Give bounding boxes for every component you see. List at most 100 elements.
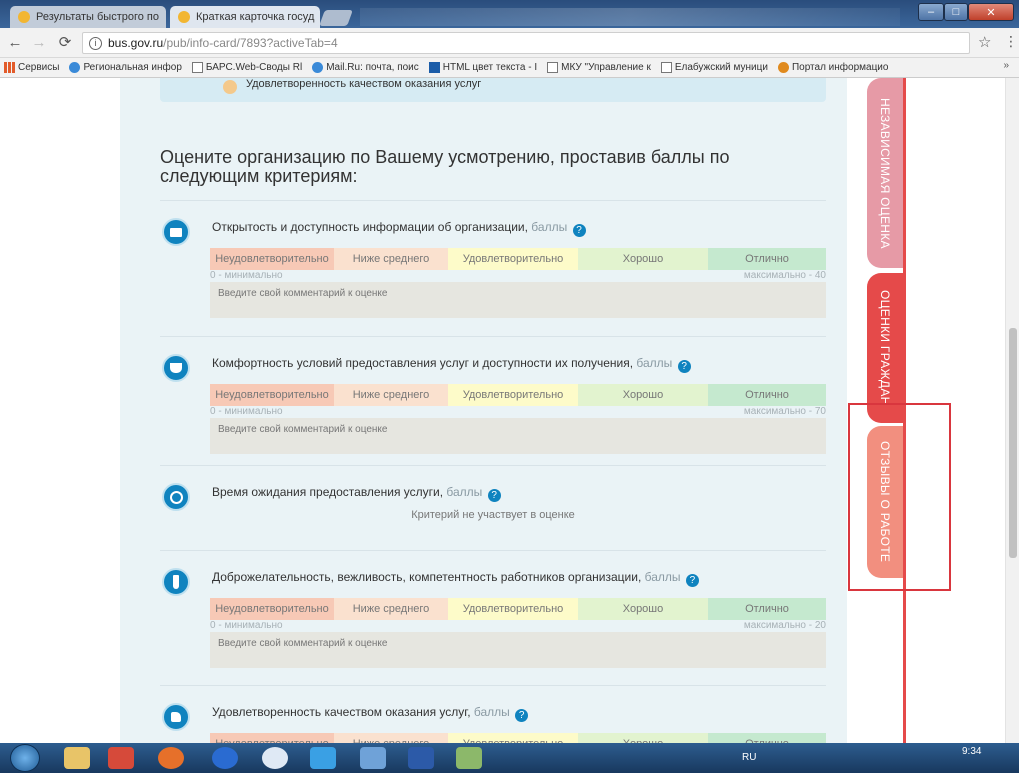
save-app-icon[interactable] [360,747,386,769]
page-icon [547,62,559,73]
rating-option-excellent[interactable]: Отлично [708,598,826,620]
help-icon[interactable]: ? [677,360,691,373]
comment-field[interactable]: Введите свой комментарий к оценке [210,282,826,318]
bookmark-regional-info[interactable]: Региональная инфор [69,62,182,73]
score-range: 0 - минимально максимально - 70 [210,406,826,417]
page-viewport: Удовлетворенность качеством оказания усл… [0,78,1019,743]
help-icon[interactable]: ? [685,574,699,587]
info-icon[interactable]: i [89,36,102,50]
forward-arrow-icon[interactable]: → [30,33,48,53]
window-minimize-button[interactable]: – [918,3,944,21]
reload-icon[interactable]: ⟳ [56,33,74,53]
scrollbar-thumb[interactable] [1009,328,1017,558]
rating-option-below-average[interactable]: Ниже среднего [334,248,448,270]
keyboard-language[interactable]: RU [742,752,756,763]
globe-icon [69,62,81,73]
chrome-icon[interactable] [262,747,288,769]
bookmark-html-color[interactable]: HTML цвет текста - I [428,62,537,73]
bookmark-elabuga[interactable]: Елабужский муници [660,62,768,73]
tab-favicon [178,11,190,23]
bookmarks-bar: Сервисы Региональная инфор БАРС.Web-Свод… [0,58,1019,78]
comment-field[interactable]: Введите свой комментарий к оценке [210,418,826,454]
apps-grid-icon [4,62,15,73]
rating-scale: Неудовлетворительно Ниже среднего Удовле… [210,384,826,406]
divider [160,200,826,201]
rating-option-good[interactable]: Хорошо [578,598,708,620]
window-maximize-button[interactable]: □ [944,3,968,21]
rating-option-excellent[interactable]: Отлично [708,248,826,270]
divider [160,685,826,686]
app-icon[interactable] [212,747,238,769]
firefox-icon[interactable] [158,747,184,769]
rating-scale: Неудовлетворительно Ниже среднего Удовле… [210,598,826,620]
new-tab-button[interactable] [319,10,353,26]
media-player-icon[interactable] [108,747,134,769]
start-button[interactable] [10,744,40,772]
rating-option-unsatisfactory[interactable]: Неудовлетворительно [210,248,334,270]
bookmark-mail-ru[interactable]: Mail.Ru: почта, поис [312,62,419,73]
page-icon [660,62,672,73]
windows-taskbar: RU 9:34 [0,743,1019,773]
url-host: bus.gov.ru [108,36,164,50]
criterion-title: Открытость и доступность информации об о… [212,220,586,237]
comment-field[interactable]: Введите свой комментарий к оценке [210,632,826,668]
rating-option-excellent[interactable]: Отлично [708,384,826,406]
previous-criterion-label: Удовлетворенность качеством оказания усл… [246,78,482,90]
paint-icon[interactable] [456,747,482,769]
page-icon [191,62,203,73]
help-icon[interactable]: ? [487,489,501,502]
rating-option-below-average[interactable]: Ниже среднего [334,384,448,406]
tabstrip-background [360,8,900,26]
browser-tab-search-results[interactable]: Результаты быстрого по ✕ [10,6,166,28]
page-scrollbar[interactable] [1005,78,1019,743]
rating-option-satisfactory[interactable]: Удовлетворительно [448,733,578,743]
tab-label: Краткая карточка госуд [196,11,315,23]
criterion-title: Доброжелательность, вежливость, компетен… [212,570,699,587]
rating-dot-icon [223,80,237,94]
thumbs-up-icon [162,703,190,731]
rating-option-unsatisfactory[interactable]: Неудовлетворительно [210,384,334,406]
browser-tabstrip: Результаты быстрого по ✕ Краткая карточк… [0,0,1019,28]
tab-independent-assessment[interactable]: НЕЗАВИСИМАЯ ОЦЕНКА [867,78,903,268]
browser-tab-info-card[interactable]: Краткая карточка госуд ✕ [170,6,320,28]
url-input[interactable]: i bus.gov.ru/pub/info-card/7893?activeTa… [82,32,970,54]
rating-option-good[interactable]: Хорошо [578,248,708,270]
bookmark-portal[interactable]: Портал информацио [777,62,888,73]
rating-option-good[interactable]: Хорошо [578,733,708,743]
bookmark-bars-web[interactable]: БАРС.Web-Своды Rl [191,62,302,73]
rating-option-satisfactory[interactable]: Удовлетворительно [448,384,578,406]
word-icon[interactable] [408,747,434,769]
mail-icon [312,62,324,73]
window-close-button[interactable]: ✕ [968,3,1014,21]
score-range: 0 - минимально максимально - 20 [210,620,826,631]
explorer-icon[interactable] [64,747,90,769]
bookmark-services[interactable]: Сервисы [4,62,59,73]
bookmarks-more-button[interactable]: » [1003,60,1009,71]
browser-menu-icon[interactable]: ⋮ [1004,33,1018,50]
cup-icon [162,354,190,382]
bookmark-star-icon[interactable]: ☆ [978,33,991,51]
ie-icon[interactable] [310,747,336,769]
tab-close-icon[interactable]: ✕ [165,11,166,24]
help-icon[interactable]: ? [572,224,586,237]
rating-option-good[interactable]: Хорошо [578,384,708,406]
tab-label: Результаты быстрого по [36,11,159,23]
rating-option-unsatisfactory[interactable]: Неудовлетворительно [210,598,334,620]
help-icon[interactable]: ? [515,709,529,722]
clock-time[interactable]: 9:34 [962,746,981,757]
rating-option-satisfactory[interactable]: Удовлетворительно [448,248,578,270]
bookmark-mku[interactable]: МКУ "Управление к [547,62,651,73]
portal-icon [777,62,789,73]
rating-option-satisfactory[interactable]: Удовлетворительно [448,598,578,620]
rating-scale: Неудовлетворительно Ниже среднего Удовле… [210,733,826,743]
rating-option-excellent[interactable]: Отлично [708,733,826,743]
clock-icon [162,483,190,511]
html-icon [428,62,440,73]
criterion-title: Комфортность условий предоставления услу… [212,356,691,373]
rating-option-below-average[interactable]: Ниже среднего [334,733,448,743]
rating-scale: Неудовлетворительно Ниже среднего Удовле… [210,248,826,270]
tab-citizen-ratings[interactable]: ОЦЕНКИ ГРАЖДАН [867,273,903,423]
rating-option-unsatisfactory[interactable]: Неудовлетворительно [210,733,334,743]
rating-option-below-average[interactable]: Ниже среднего [334,598,448,620]
back-arrow-icon[interactable]: ← [6,33,24,53]
